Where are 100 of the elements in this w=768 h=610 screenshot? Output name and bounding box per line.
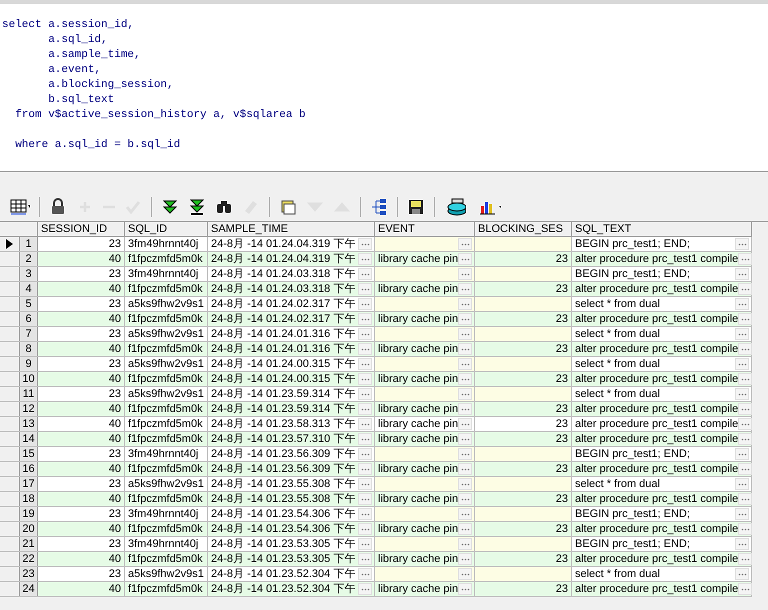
ellipsis-button[interactable]: [358, 358, 372, 370]
ellipsis-button[interactable]: [458, 418, 472, 430]
ellipsis-button[interactable]: [458, 358, 472, 370]
ellipsis-button[interactable]: [358, 283, 372, 295]
ellipsis-icon: [360, 272, 370, 276]
ellipsis-button[interactable]: [358, 298, 372, 310]
ellipsis-button[interactable]: [735, 508, 749, 520]
ellipsis-button[interactable]: [738, 253, 752, 265]
ellipsis-button[interactable]: [358, 253, 372, 265]
ellipsis-button[interactable]: [738, 523, 752, 535]
ellipsis-button[interactable]: [358, 343, 372, 355]
column-header[interactable]: BLOCKING_SES: [475, 222, 572, 236]
ellipsis-button[interactable]: [458, 523, 472, 535]
ellipsis-button[interactable]: [458, 328, 472, 340]
table-cell: library cache pin: [378, 252, 458, 266]
ellipsis-button[interactable]: [358, 463, 372, 475]
ellipsis-icon: [740, 468, 750, 470]
ellipsis-button[interactable]: [458, 433, 472, 445]
column-header[interactable]: SAMPLE_TIME: [208, 222, 375, 236]
ellipsis-button[interactable]: [358, 448, 372, 460]
ellipsis-icon: [738, 572, 746, 576]
ellipsis-button[interactable]: [458, 388, 472, 400]
ellipsis-icon: [360, 408, 370, 410]
ellipsis-button[interactable]: [735, 238, 749, 250]
table-cell: 3fm49hrnnt40j: [125, 447, 208, 461]
sql-editor[interactable]: select a.session_id, a.sql_id, a.sample_time, a.event, a.blocking_session, b.sql_text from v$active_session_history a, v$sqlarea b where a.sql_id = b.sql_id: [0, 0, 768, 172]
ellipsis-button[interactable]: [458, 238, 472, 250]
ellipsis-button[interactable]: [458, 403, 472, 415]
table-cell: 23: [38, 387, 125, 401]
ellipsis-button[interactable]: [738, 493, 752, 505]
ellipsis-button[interactable]: [358, 403, 372, 415]
ellipsis-button[interactable]: [735, 538, 749, 550]
row-number: 17: [20, 477, 38, 491]
table-cell: 23: [475, 402, 572, 416]
table-cell: a5ks9fhw2v9s1: [125, 357, 208, 371]
column-header[interactable]: SQL_ID: [125, 222, 208, 236]
ellipsis-icon: [740, 438, 750, 440]
ellipsis-button[interactable]: [738, 418, 752, 430]
ellipsis-button[interactable]: [358, 493, 372, 505]
ellipsis-button[interactable]: [458, 568, 472, 580]
ellipsis-button[interactable]: [358, 418, 372, 430]
ellipsis-button[interactable]: [458, 463, 472, 475]
ellipsis-button[interactable]: [458, 313, 472, 325]
ellipsis-button[interactable]: [458, 343, 472, 355]
ellipsis-icon: [360, 558, 370, 560]
ellipsis-icon: [738, 452, 746, 456]
ellipsis-button[interactable]: [358, 553, 372, 565]
ellipsis-button[interactable]: [358, 433, 372, 445]
ellipsis-button[interactable]: [458, 493, 472, 505]
ellipsis-button[interactable]: [458, 538, 472, 550]
ellipsis-button[interactable]: [735, 448, 749, 460]
ellipsis-icon: [360, 512, 370, 516]
ellipsis-button[interactable]: [358, 388, 372, 400]
ellipsis-button[interactable]: [358, 268, 372, 280]
ellipsis-button[interactable]: [735, 568, 749, 580]
ellipsis-button[interactable]: [358, 373, 372, 385]
ellipsis-icon: [360, 498, 370, 500]
ellipsis-icon: [360, 378, 370, 380]
ellipsis-button[interactable]: [358, 478, 372, 490]
ellipsis-button[interactable]: [738, 283, 752, 295]
column-header[interactable]: EVENT: [375, 222, 475, 236]
ellipsis-button[interactable]: [458, 553, 472, 565]
table-cell: library cache pin: [378, 417, 458, 431]
ellipsis-button[interactable]: [458, 298, 472, 310]
ellipsis-button[interactable]: [735, 478, 749, 490]
ellipsis-button[interactable]: [358, 568, 372, 580]
row-number: 20: [20, 522, 38, 536]
ellipsis-button[interactable]: [738, 373, 752, 385]
column-header[interactable]: SQL_TEXT: [572, 222, 752, 236]
down-to-end-icon: [188, 198, 206, 216]
ellipsis-icon: [460, 452, 470, 456]
ellipsis-icon: [460, 468, 470, 470]
ellipsis-button[interactable]: [735, 298, 749, 310]
ellipsis-button[interactable]: [738, 553, 752, 565]
ellipsis-button[interactable]: [738, 583, 752, 595]
ellipsis-button[interactable]: [458, 508, 472, 520]
ellipsis-button[interactable]: [358, 523, 372, 535]
column-header[interactable]: SESSION_ID: [38, 222, 125, 236]
ellipsis-button[interactable]: [458, 253, 472, 265]
ellipsis-button[interactable]: [358, 313, 372, 325]
ellipsis-button[interactable]: [458, 268, 472, 280]
ellipsis-button[interactable]: [735, 358, 749, 370]
ellipsis-button[interactable]: [738, 343, 752, 355]
ellipsis-button[interactable]: [458, 478, 472, 490]
ellipsis-button[interactable]: [735, 388, 749, 400]
ellipsis-button[interactable]: [358, 328, 372, 340]
ellipsis-button[interactable]: [458, 583, 472, 595]
ellipsis-button[interactable]: [738, 433, 752, 445]
ellipsis-button[interactable]: [738, 463, 752, 475]
ellipsis-button[interactable]: [738, 403, 752, 415]
ellipsis-button[interactable]: [458, 373, 472, 385]
ellipsis-button[interactable]: [358, 538, 372, 550]
ellipsis-button[interactable]: [735, 328, 749, 340]
ellipsis-button[interactable]: [735, 268, 749, 280]
ellipsis-button[interactable]: [738, 313, 752, 325]
ellipsis-button[interactable]: [458, 448, 472, 460]
ellipsis-button[interactable]: [458, 283, 472, 295]
ellipsis-button[interactable]: [358, 583, 372, 595]
ellipsis-button[interactable]: [358, 238, 372, 250]
ellipsis-button[interactable]: [358, 508, 372, 520]
